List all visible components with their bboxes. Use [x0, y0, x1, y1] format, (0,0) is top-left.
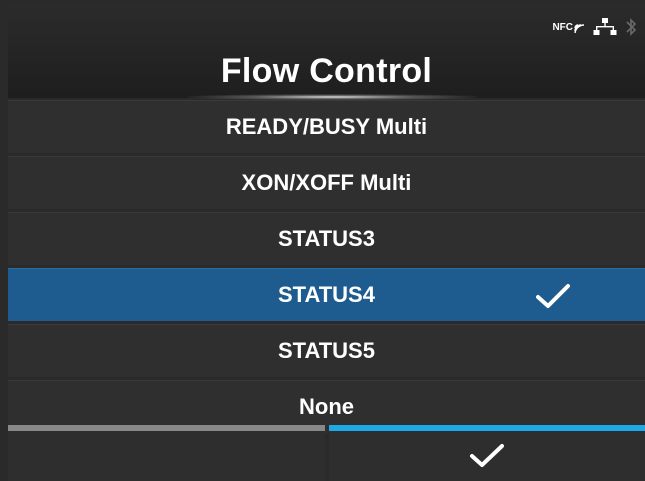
option-status4[interactable]: STATUS4 [8, 268, 645, 321]
status-icons: NFC [552, 14, 637, 40]
option-status3[interactable]: STATUS3 [8, 212, 645, 265]
option-label: STATUS4 [278, 282, 375, 307]
nfc-icon: NFC [552, 21, 585, 33]
header: NFC Flow Control [8, 6, 645, 100]
page-title: Flow Control [220, 52, 433, 90]
selected-check-icon [536, 284, 570, 308]
back-button[interactable] [8, 425, 325, 481]
flow-control-options: READY/BUSY Multi XON/XOFF Multi STATUS3 … [8, 100, 645, 436]
option-label: STATUS3 [278, 226, 375, 251]
footer [8, 425, 645, 481]
option-label: XON/XOFF Multi [241, 170, 412, 195]
option-status5[interactable]: STATUS5 [8, 324, 645, 377]
option-label: None [299, 394, 354, 419]
bluetooth-icon [626, 18, 637, 36]
option-label: STATUS5 [278, 338, 375, 363]
confirm-button[interactable] [329, 425, 645, 481]
option-xon-xoff-multi[interactable]: XON/XOFF Multi [8, 156, 645, 209]
network-icon [593, 18, 617, 35]
checkmark-icon [470, 444, 504, 467]
option-label: READY/BUSY Multi [225, 114, 428, 139]
nfc-label: NFC [552, 21, 573, 33]
option-ready-busy-multi[interactable]: READY/BUSY Multi [8, 100, 645, 153]
printer-screen: NFC Flow Control READY/BUSY Multi XON/XO… [0, 0, 645, 481]
